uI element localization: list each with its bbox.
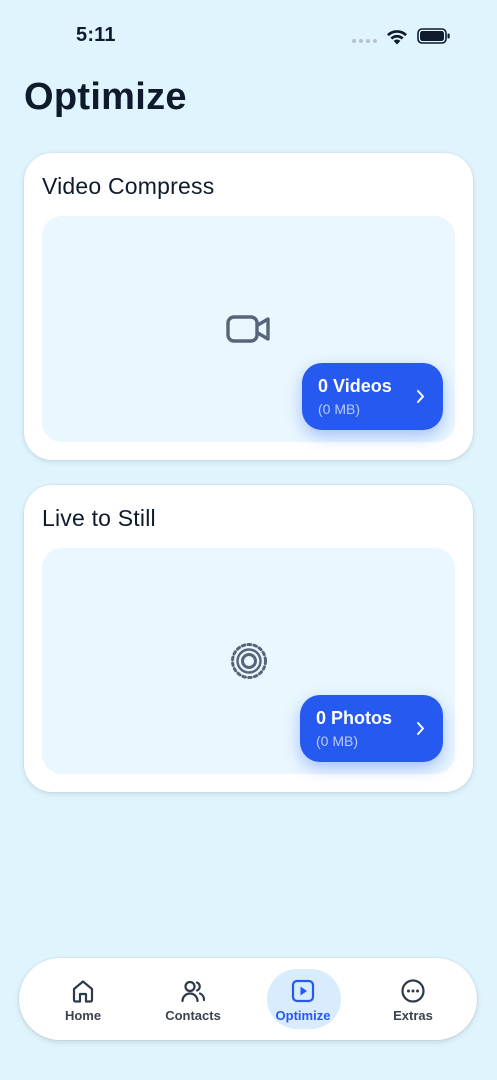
tab-label: Contacts (165, 1008, 221, 1023)
battery-icon (417, 28, 450, 44)
status-bar: 5:11 (0, 0, 497, 60)
photos-size: (0 MB) (316, 733, 358, 749)
video-compress-card: Video Compress 0 Videos (0 MB) (24, 153, 473, 460)
home-icon (72, 980, 94, 1003)
videos-button[interactable]: 0 Videos (0 MB) (302, 363, 443, 430)
status-time: 5:11 (76, 24, 116, 46)
live-to-still-panel[interactable]: 0 Photos (0 MB) (42, 548, 455, 774)
tab-label: Extras (393, 1008, 433, 1023)
photos-button[interactable]: 0 Photos (0 MB) (300, 695, 443, 762)
cellular-signal-icon (352, 39, 377, 43)
more-circle-icon (401, 979, 425, 1003)
play-square-icon (291, 979, 315, 1003)
tab-label: Optimize (275, 1008, 331, 1023)
live-to-still-card: Live to Still 0 Photos (0 MB) (24, 485, 473, 792)
videos-count: 0 Videos (318, 376, 392, 396)
live-photo-icon (230, 643, 267, 679)
tab-contacts[interactable]: Contacts (148, 958, 238, 1040)
card-title: Video Compress (42, 173, 215, 199)
tab-extras[interactable]: Extras (368, 958, 458, 1040)
page-title: Optimize (24, 76, 187, 118)
tab-optimize[interactable]: Optimize (258, 958, 348, 1040)
contacts-icon (181, 980, 206, 1003)
chevron-right-icon (417, 390, 424, 403)
videos-size: (0 MB) (318, 401, 360, 417)
tab-bar: Home Contacts Optimize Extras (19, 958, 477, 1040)
tab-label: Home (64, 1008, 102, 1023)
tab-home[interactable]: Home (38, 958, 128, 1040)
video-compress-panel[interactable]: 0 Videos (0 MB) (42, 216, 455, 442)
video-camera-icon (225, 315, 270, 343)
card-title: Live to Still (42, 505, 156, 531)
chevron-right-icon (417, 722, 424, 735)
photos-count: 0 Photos (316, 708, 393, 728)
wifi-icon (387, 30, 407, 45)
